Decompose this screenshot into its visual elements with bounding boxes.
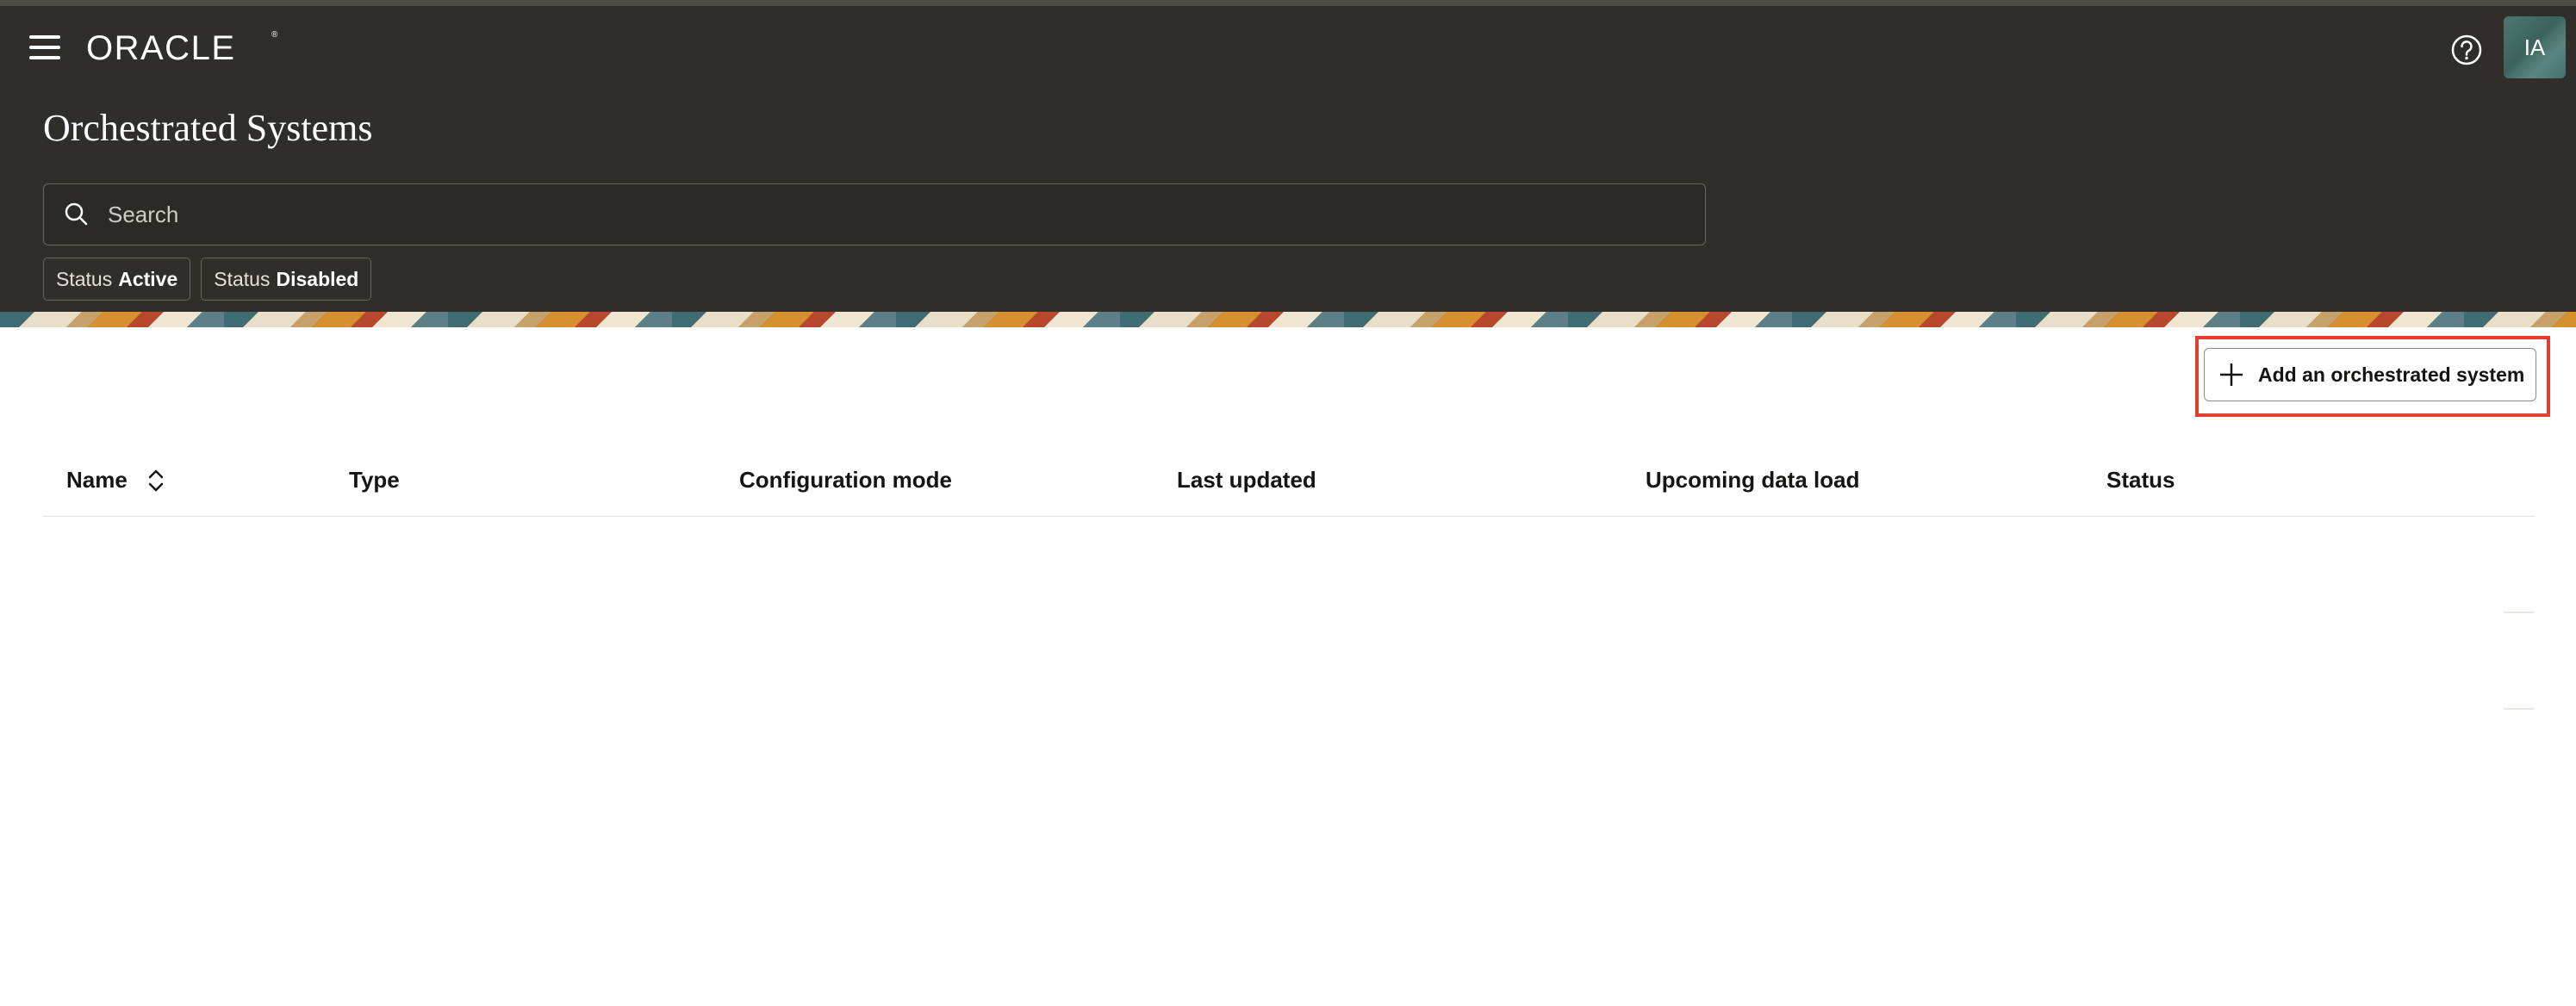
plus-icon <box>2220 363 2243 386</box>
filter-chip-value: Active <box>118 267 178 290</box>
column-header-configuration-mode: Configuration mode <box>739 467 952 493</box>
avatar-initials: IA <box>2523 34 2546 60</box>
decorative-pattern-band <box>0 312 2576 327</box>
table-header: Name Type Configuration mode Last update… <box>43 448 2535 517</box>
filter-chip-label: Status <box>56 267 113 290</box>
search-icon <box>65 202 88 226</box>
row-divider <box>2504 708 2535 710</box>
hamburger-icon[interactable] <box>26 32 64 63</box>
column-header-type: Type <box>349 467 400 493</box>
column-header-name[interactable]: Name <box>66 467 165 494</box>
column-header-status: Status <box>2106 467 2175 493</box>
add-button-label: Add an orchestrated system <box>2258 363 2525 386</box>
column-header-last-updated: Last updated <box>1177 467 1316 493</box>
page-title: Orchestrated Systems <box>43 107 373 149</box>
filter-chip-label: Status <box>214 267 271 290</box>
filter-chip-value: Disabled <box>276 267 359 290</box>
oracle-logo-text: ORACLE <box>86 29 236 67</box>
search-input[interactable] <box>92 184 1705 245</box>
column-header-upcoming-data-load: Upcoming data load <box>1646 467 1860 493</box>
sort-icon[interactable] <box>146 468 165 494</box>
search-field[interactable] <box>43 183 1706 245</box>
filter-chips: Status Active Status Disabled <box>43 258 372 301</box>
filter-chip-status-active[interactable]: Status Active <box>43 258 191 301</box>
oracle-logo: ORACLE ® <box>86 29 278 67</box>
svg-text:®: ® <box>271 30 278 40</box>
row-divider <box>2504 612 2535 613</box>
filter-chip-status-disabled[interactable]: Status Disabled <box>201 258 372 301</box>
app-header: ORACLE ® IA Orchestrated Systems Status … <box>0 0 2576 312</box>
add-orchestrated-system-button[interactable]: Add an orchestrated system <box>2204 348 2536 401</box>
help-icon[interactable] <box>2447 30 2486 70</box>
user-avatar[interactable]: IA <box>2504 16 2566 78</box>
